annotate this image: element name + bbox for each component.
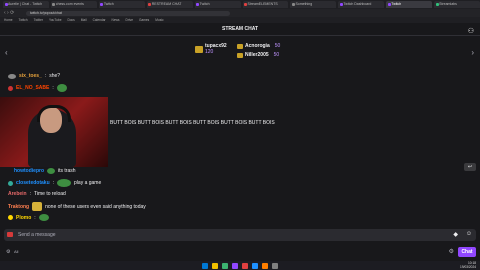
message-user[interactable]: Traktong [8, 204, 29, 210]
settings-icon[interactable]: ⚙ [6, 249, 10, 255]
message-user[interactable]: Arebein [8, 191, 27, 197]
headset-icon [37, 105, 71, 122]
browser-tab[interactable]: StreamELEMENTS [242, 1, 289, 8]
message-text: Time to reload [34, 191, 66, 197]
chat-message: BUTT BOIS BUTT BOIS BUTT BOIS BUTT BOIS … [110, 120, 275, 126]
browser-tab[interactable]: Something [290, 1, 337, 8]
top-gifter-2[interactable]: Acnorogia 50 [237, 43, 280, 49]
taskbar-app-icon[interactable] [232, 262, 238, 269]
message-user[interactable]: EL_NO_SABE [16, 85, 49, 91]
message-user[interactable]: closetedotaku [16, 180, 50, 186]
chat-message: Arebein: Time to reload [8, 191, 66, 197]
taskbar-app-icon[interactable] [262, 262, 268, 269]
clock-date: 19/03/2024 [460, 264, 476, 269]
chat-message: EL_NO_SABE: [8, 84, 67, 92]
browser-tab[interactable]: RESTREAM CHAT [146, 1, 193, 8]
address-bar-row: ‹ › ⟳ twitch.tv/popout/chat [0, 9, 480, 17]
bits-label: All [14, 249, 19, 254]
badge-icon [8, 85, 13, 91]
chevron-right-icon[interactable]: › [471, 48, 474, 57]
gear-icon[interactable]: ⚙ [449, 248, 454, 255]
taskbar-app-icon[interactable] [212, 262, 218, 269]
message-user[interactable]: howtodiepro [14, 168, 44, 174]
chat-header-title: STREAM CHAT [0, 23, 480, 36]
browser-tab-strip: Aurelie | Chat - Twitch chess.com events T… [0, 0, 480, 9]
badge-icon [8, 73, 16, 79]
chat-send-button[interactable]: Chat [458, 247, 476, 257]
message-text: BUTT BOIS BUTT BOIS BUTT BOIS BUTT BOIS … [110, 120, 275, 126]
system-clock[interactable]: 10:18 19/03/2024 [460, 261, 476, 270]
emote-icon [38, 214, 49, 221]
chat-message: Plomo: [8, 214, 49, 221]
badge-icon [8, 215, 13, 220]
emote-icon [47, 168, 55, 174]
url-field[interactable]: twitch.tv/popout/chat [26, 10, 230, 16]
taskbar-app-icon[interactable] [252, 262, 258, 269]
webcam-overlay [0, 97, 108, 167]
taskbar-app-icon[interactable] [242, 262, 248, 269]
reply-icon[interactable]: ↩ [464, 163, 476, 171]
browser-tab[interactable]: Twitch Dashboard [338, 1, 385, 8]
chat-message: six_toes_: she? [8, 73, 60, 79]
taskbar-app-icon[interactable] [222, 262, 228, 269]
gifter-count: 120 [205, 49, 214, 55]
emote-icon [32, 202, 43, 211]
chat-message: closetedotaku: play a game [8, 179, 101, 187]
message-user[interactable]: Plomo [16, 215, 31, 221]
gifter-name: Niller2005 [245, 52, 269, 58]
chat-message: howtodiepro its trash [14, 168, 76, 174]
gifter-count: 50 [274, 43, 281, 49]
message-text: its trash [58, 168, 76, 174]
emote-picker-icon[interactable]: ☺ [466, 231, 472, 237]
message-user[interactable]: six_toes_ [19, 73, 42, 79]
users-icon[interactable]: ⚇ [468, 27, 474, 35]
browser-tab[interactable]: Twitch [194, 1, 241, 8]
taskbar-app-icon[interactable] [272, 262, 278, 269]
browser-tab[interactable]: Twitch [98, 1, 145, 8]
message-text: play a game [74, 180, 102, 186]
top-gifter-1[interactable]: tupacx92 120 [195, 43, 227, 55]
taskbar-app-icon[interactable] [202, 262, 208, 269]
gift-icon [237, 52, 243, 58]
message-text: none of these users even said anything t… [45, 203, 146, 210]
chat-footer: ⚙ All ⚙ [0, 244, 480, 260]
gift-icon [237, 43, 243, 49]
nav-buttons[interactable]: ‹ › ⟳ [4, 10, 26, 16]
bits-icon[interactable] [7, 232, 13, 237]
message-text: she? [49, 73, 61, 79]
bits-diamond-icon[interactable]: ◆ [453, 231, 458, 238]
browser-tab[interactable]: chess.com events [50, 1, 97, 8]
chat-input[interactable]: Send a message [4, 229, 476, 241]
browser-tab[interactable]: Aurelie | Chat - Twitch [3, 1, 49, 8]
chat-message: Traktong none of these users even said a… [8, 202, 146, 211]
gift-icon [195, 45, 203, 53]
emote-icon [56, 84, 67, 92]
badge-icon [8, 180, 13, 186]
gifter-count: 50 [273, 52, 280, 58]
emote-icon [57, 179, 72, 187]
browser-tab[interactable]: Twitch [386, 1, 433, 8]
browser-tab[interactable]: Streamlabs [434, 1, 480, 8]
os-taskbar [0, 261, 480, 270]
top-gifter-3[interactable]: Niller2005 50 [237, 52, 279, 58]
chevron-left-icon[interactable]: ‹ [5, 48, 8, 57]
gifter-name: Acnorogia [245, 43, 270, 49]
